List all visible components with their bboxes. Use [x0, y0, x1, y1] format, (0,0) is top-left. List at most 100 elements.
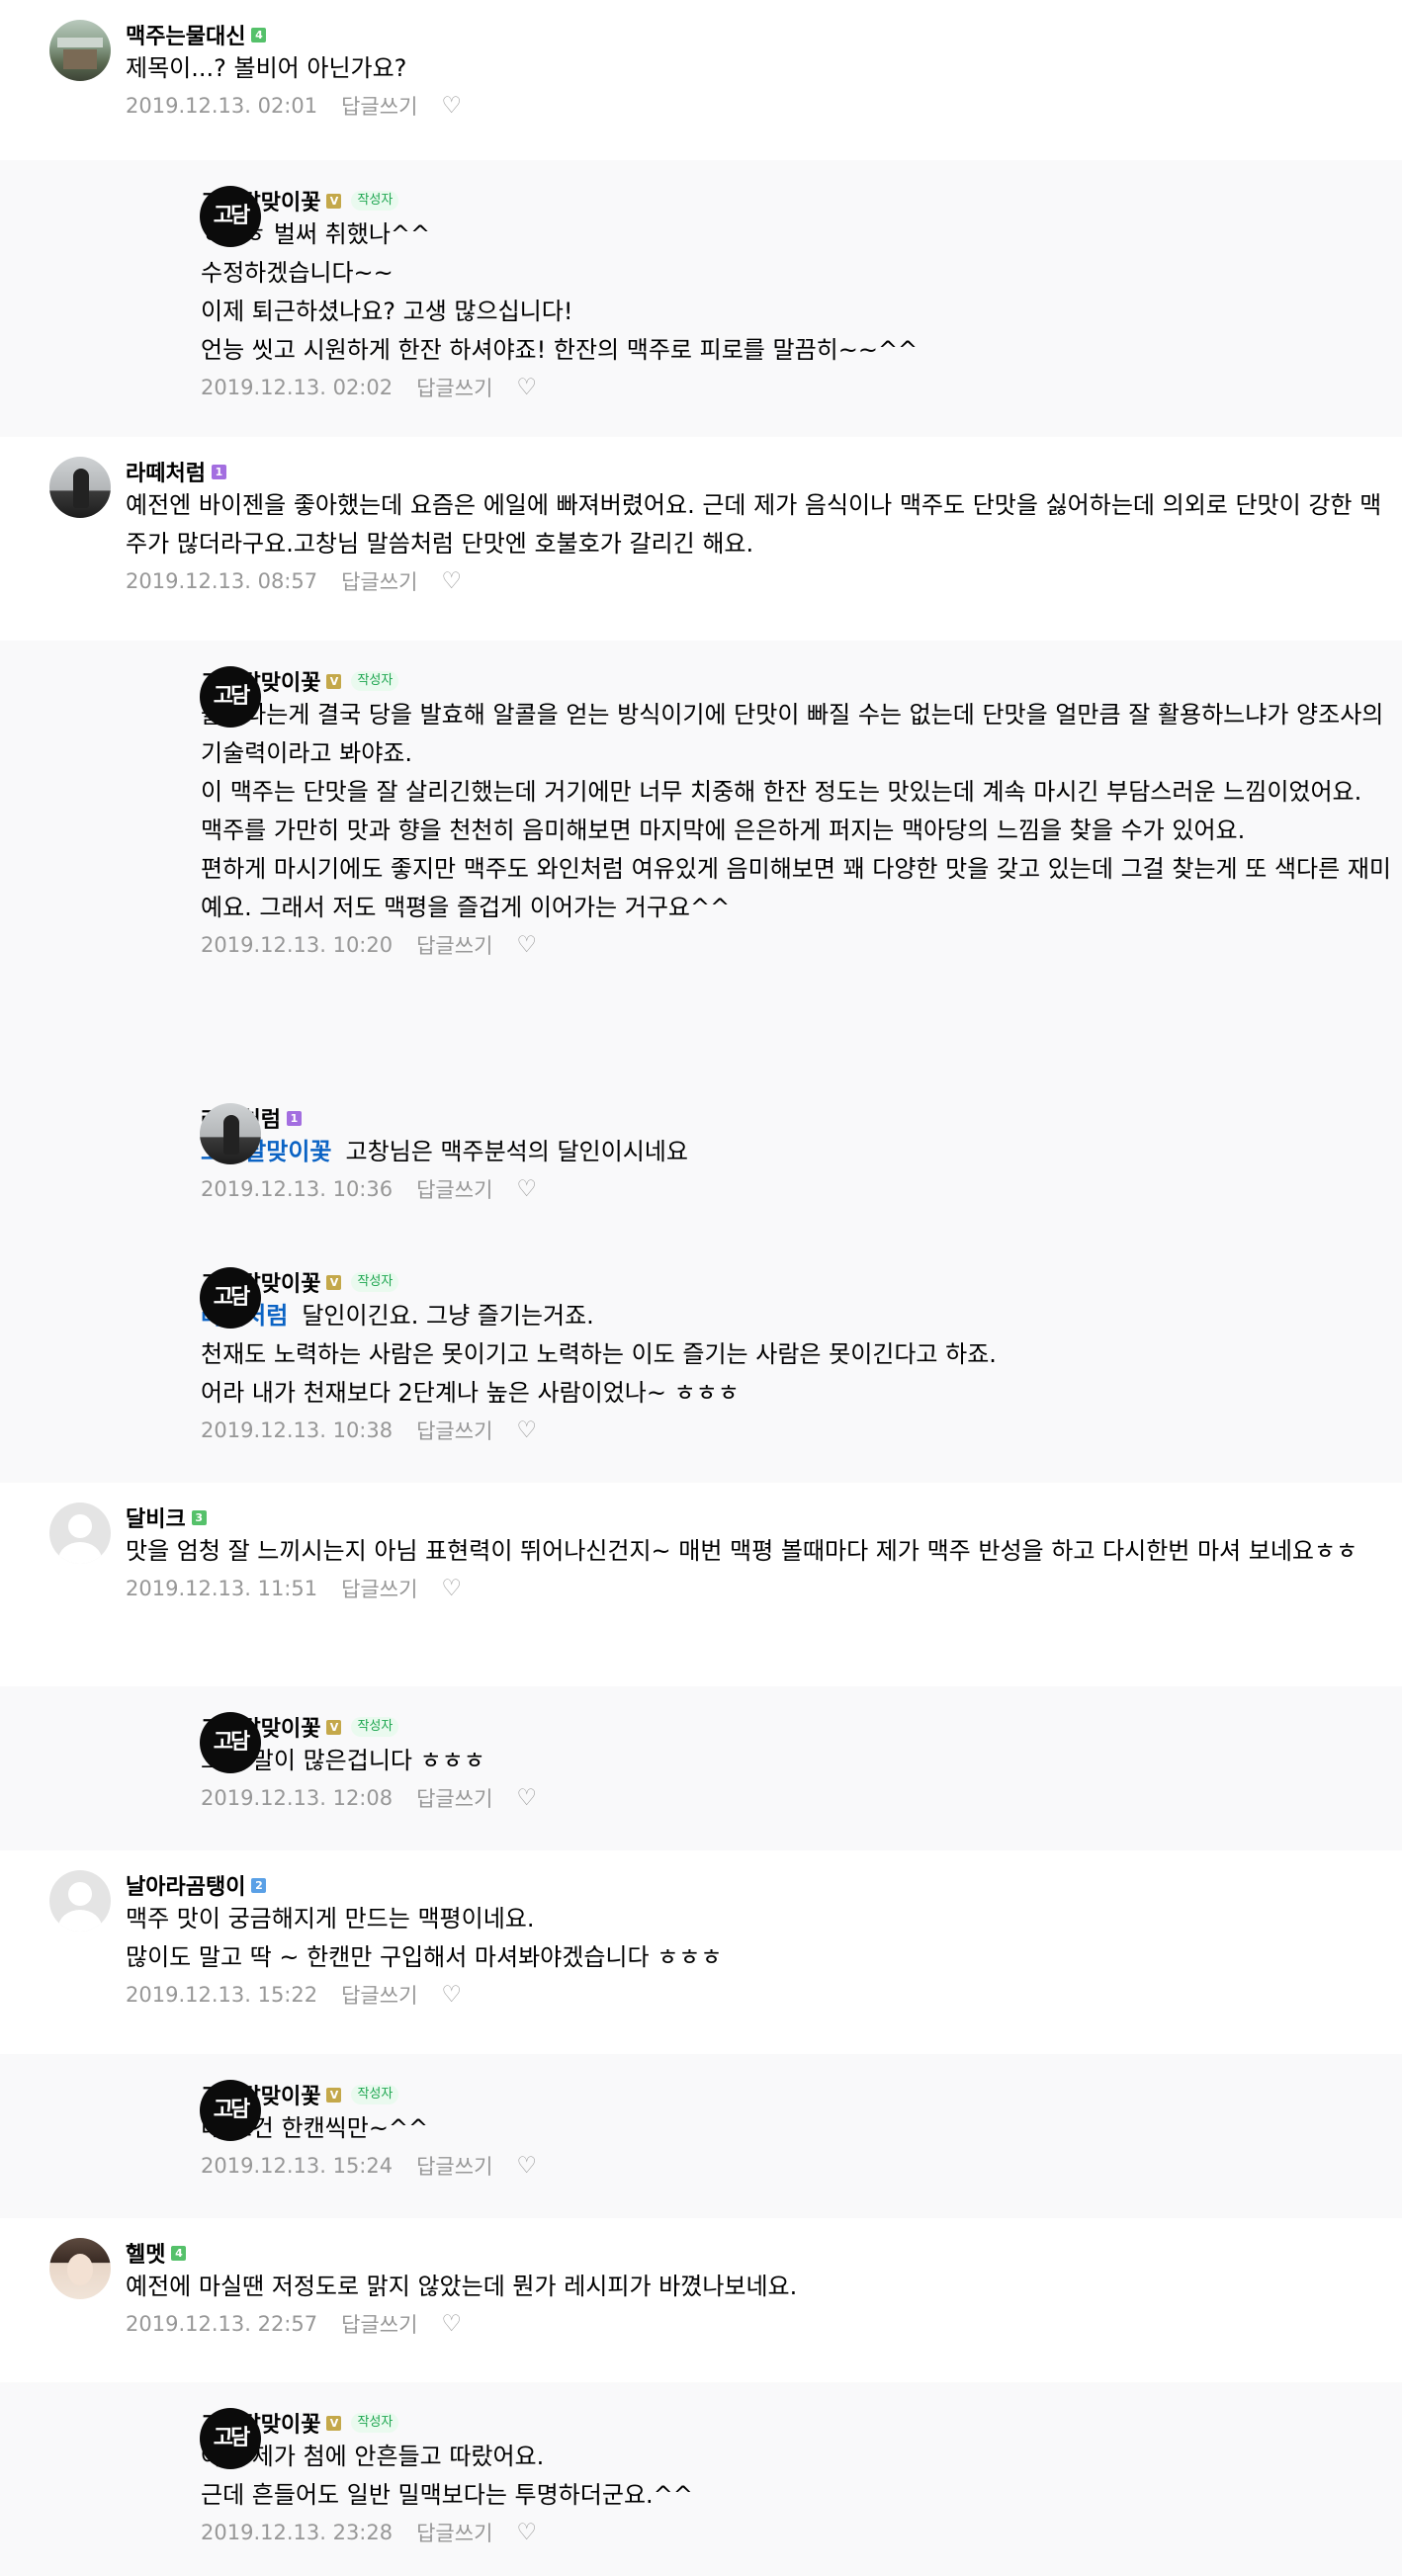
avatar[interactable]: [200, 1103, 261, 1164]
comment-line-text: 근데 흔들어도 일반 밀맥보다는 투명하더군요.^^: [201, 2481, 693, 2509]
default-avatar-icon[interactable]: [49, 1870, 111, 1932]
reply-button[interactable]: 답글쓰기: [416, 373, 492, 402]
comment-line: 예전에 마실땐 저정도로 맑지 않았는데 뭔가 레시피가 바꼈나보네요.: [126, 2268, 1392, 2306]
comment-meta: 2019.12.13. 10:36 답글쓰기 ♡: [201, 1171, 1392, 1207]
reply-button[interactable]: 답글쓰기: [416, 1174, 492, 1204]
heart-outline-icon[interactable]: ♡: [441, 2313, 462, 2336]
avatar[interactable]: 고담: [200, 2080, 261, 2141]
nick-row: 고창달맞이꽃 V 작성자: [201, 2080, 1392, 2109]
comment-line-text: 수정하겠습니다~~: [201, 259, 394, 287]
heart-outline-icon[interactable]: ♡: [516, 1178, 537, 1201]
heart-outline-icon[interactable]: ♡: [516, 934, 537, 957]
nickname[interactable]: 달비크: [126, 1502, 186, 1533]
comment-text: 네 요건 한캔씩만~^^: [201, 2109, 1392, 2148]
comment-line: 어라 내가 천재보다 2단계나 높은 사람이었나~ ㅎㅎㅎ: [201, 1374, 1392, 1413]
avatar[interactable]: 고담: [200, 186, 261, 247]
nick-row: 고창달맞이꽃 V 작성자: [201, 186, 1392, 215]
comment-line: 맛을 엄청 잘 느끼시는지 아님 표현력이 뛰어나신건지~ 매번 맥평 볼때마다…: [126, 1532, 1392, 1571]
logo-icon: 고담: [213, 204, 250, 228]
heart-outline-icon[interactable]: ♡: [441, 1984, 462, 2007]
nick-row: 고창달맞이꽃 V 작성자: [201, 2408, 1392, 2438]
avatar[interactable]: 고담: [200, 2408, 261, 2469]
level-badge: V: [326, 2415, 342, 2431]
comment-text: 아녀 제가 첨에 안흔들고 따랐어요. 근데 흔들어도 일반 밀맥보다는 투명하더…: [201, 2438, 1392, 2515]
logo-icon: 고담: [213, 1285, 250, 1310]
comment-line: 네 요건 한캔씩만~^^: [201, 2109, 1392, 2148]
comment-meta: 2019.12.13. 02:01 답글쓰기 ♡: [126, 88, 1392, 124]
avatar[interactable]: [49, 20, 111, 81]
comment-text: 예전엔 바이젠을 좋아했는데 요즘은 에일에 빠져버렸어요. 근데 제가 음식이…: [126, 486, 1392, 563]
nickname[interactable]: 헬멧: [126, 2237, 165, 2269]
avatar[interactable]: 고담: [200, 1712, 261, 1773]
comment-line-text: 맛을 엄청 잘 느끼시는지 아님 표현력이 뛰어나신건지~ 매번 맥평 볼때마다…: [126, 1537, 1358, 1565]
comment-inner: 라떼처럼 1 예전엔 바이젠을 좋아했는데 요즘은 에일에 빠져버렸어요. 근데…: [0, 437, 1402, 599]
avatar-body: [58, 1542, 102, 1564]
comment-line: 이제 퇴근하셨나요? 고생 많으십니다!: [201, 293, 1392, 331]
reply-button[interactable]: 답글쓰기: [416, 1416, 492, 1445]
comment-item: 달비크 3 맛을 엄청 잘 느끼시는지 아님 표현력이 뛰어나신건지~ 매번 맥…: [0, 1483, 1402, 1686]
level-badge: 1: [286, 1110, 302, 1126]
reply-item: 고담 고창달맞이꽃 V 작성자 그냥 말이 많은겁니다 ㅎㅎㅎ 2019.12.…: [0, 1686, 1402, 1850]
comment-date: 2019.12.13. 22:57: [126, 2312, 318, 2336]
writer-badge: 작성자: [351, 1272, 399, 1292]
heart-outline-icon[interactable]: ♡: [516, 377, 537, 399]
nick-row: 달비크 3: [126, 1503, 1392, 1532]
default-avatar-icon[interactable]: [49, 1503, 111, 1564]
comment-line: 그냥 말이 많은겁니다 ㅎㅎㅎ: [201, 1742, 1392, 1780]
reply-button[interactable]: 답글쓰기: [416, 2518, 492, 2547]
heart-outline-icon[interactable]: ♡: [516, 1419, 537, 1442]
comment-line: 많이도 말고 딱 ~ 한캔만 구입해서 마셔봐야겠습니다 ㅎㅎㅎ: [126, 1938, 1392, 1977]
comment-text: 고창달맞이꽃 고창님은 맥주분석의 달인이시네요: [201, 1133, 1392, 1171]
comment-date: 2019.12.13. 08:57: [126, 569, 318, 593]
comment-item: 맥주는물대신 4 제목이...? 볼비어 아닌가요? 2019.12.13. 0…: [0, 0, 1402, 160]
heart-outline-icon[interactable]: ♡: [516, 2155, 537, 2178]
reply-item: 고담 고창달맞이꽃 V 작성자 네 요건 한캔씩만~^^ 2019.12.13.…: [0, 2054, 1402, 2218]
avatar-body: [58, 1910, 102, 1932]
heart-outline-icon[interactable]: ♡: [516, 2522, 537, 2544]
reply-item: 고담 고창달맞이꽃 V 작성자 라떼처럼달인이긴요. 그냥 즐기는거죠. 천재도 …: [0, 1242, 1402, 1483]
nick-row: 맥주는물대신 4: [126, 20, 1392, 49]
comment-line: 맥주를 가만히 맛과 향을 천천히 음미해보면 마지막에 은은하게 퍼지는 맥아…: [201, 812, 1392, 850]
comment-line: 맥주 맛이 궁금해지게 만드는 맥평이네요.: [126, 1900, 1392, 1938]
writer-badge: 작성자: [351, 671, 399, 691]
comment-line: 편하게 마시기에도 좋지만 맥주도 와인처럼 여유있게 음미해보면 꽤 다양한 …: [201, 850, 1392, 927]
avatar-head: [68, 1882, 92, 1906]
heart-outline-icon[interactable]: ♡: [441, 95, 462, 118]
nickname[interactable]: 날아라곰탱이: [126, 1869, 245, 1901]
comment-line-text: 예전에 마실땐 저정도로 맑지 않았는데 뭔가 레시피가 바꼈나보네요.: [126, 2273, 798, 2300]
reply-button[interactable]: 답글쓰기: [341, 1980, 417, 2010]
comment-date: 2019.12.13. 12:08: [201, 1786, 394, 1810]
comment-line: ㅎㅎㅎ 벌써 취했나^^: [201, 215, 1392, 254]
reply-item: 고담 고창달맞이꽃 V 작성자 ㅎㅎㅎ 벌써 취했나^^ 수정하겠습니다~~ 이제 …: [0, 160, 1402, 437]
comment-line-text: 편하게 마시기에도 좋지만 맥주도 와인처럼 여유있게 음미해보면 꽤 다양한 …: [201, 855, 1391, 921]
reply-button[interactable]: 답글쓰기: [341, 2309, 417, 2339]
comment-inner: 고담 고창달맞이꽃 V 작성자 라떼처럼달인이긴요. 그냥 즐기는거죠. 천재도 …: [75, 1242, 1402, 1448]
comment-text: 맥주 맛이 궁금해지게 만드는 맥평이네요. 많이도 말고 딱 ~ 한캔만 구입해…: [126, 1900, 1392, 1977]
logo-icon: 고담: [213, 684, 250, 709]
nickname[interactable]: 라떼처럼: [126, 456, 206, 487]
comment-inner: 고담 고창달맞이꽃 V 작성자 그냥 말이 많은겁니다 ㅎㅎㅎ 2019.12.…: [75, 1686, 1402, 1816]
heart-outline-icon[interactable]: ♡: [441, 1578, 462, 1600]
avatar-photo-part: [67, 2254, 93, 2285]
reply-button[interactable]: 답글쓰기: [416, 1783, 492, 1813]
avatar-photo-part: [63, 49, 97, 69]
comment-line-text: 이 맥주는 단맛을 잘 살리긴했는데 거기에만 너무 치중해 한잔 정도는 맛있…: [201, 778, 1362, 806]
heart-outline-icon[interactable]: ♡: [441, 570, 462, 593]
comment-line-text: 고창님은 맥주분석의 달인이시네요: [345, 1138, 688, 1165]
reply-button[interactable]: 답글쓰기: [416, 930, 492, 960]
comment-text: 제목이...? 볼비어 아닌가요?: [126, 49, 1392, 88]
reply-button[interactable]: 답글쓰기: [341, 91, 417, 121]
reply-button[interactable]: 답글쓰기: [341, 1574, 417, 1603]
heart-outline-icon[interactable]: ♡: [516, 1787, 537, 1810]
avatar[interactable]: 고담: [200, 1267, 261, 1329]
reply-button[interactable]: 답글쓰기: [341, 566, 417, 596]
comment-date: 2019.12.13. 11:51: [126, 1577, 318, 1600]
reply-button[interactable]: 답글쓰기: [416, 2151, 492, 2181]
avatar[interactable]: [49, 457, 111, 518]
reply-item: 고담 고창달맞이꽃 V 작성자 술이라는게 결국 당을 발효해 알콜을 얻는 방…: [0, 641, 1402, 1077]
avatar[interactable]: [49, 2238, 111, 2299]
comment-text: 라떼처럼달인이긴요. 그냥 즐기는거죠. 천재도 노력하는 사람은 못이기고 노력…: [201, 1297, 1392, 1413]
comment-text: 예전에 마실땐 저정도로 맑지 않았는데 뭔가 레시피가 바꼈나보네요.: [126, 2268, 1392, 2306]
nickname[interactable]: 맥주는물대신: [126, 19, 245, 50]
avatar[interactable]: 고담: [200, 666, 261, 728]
